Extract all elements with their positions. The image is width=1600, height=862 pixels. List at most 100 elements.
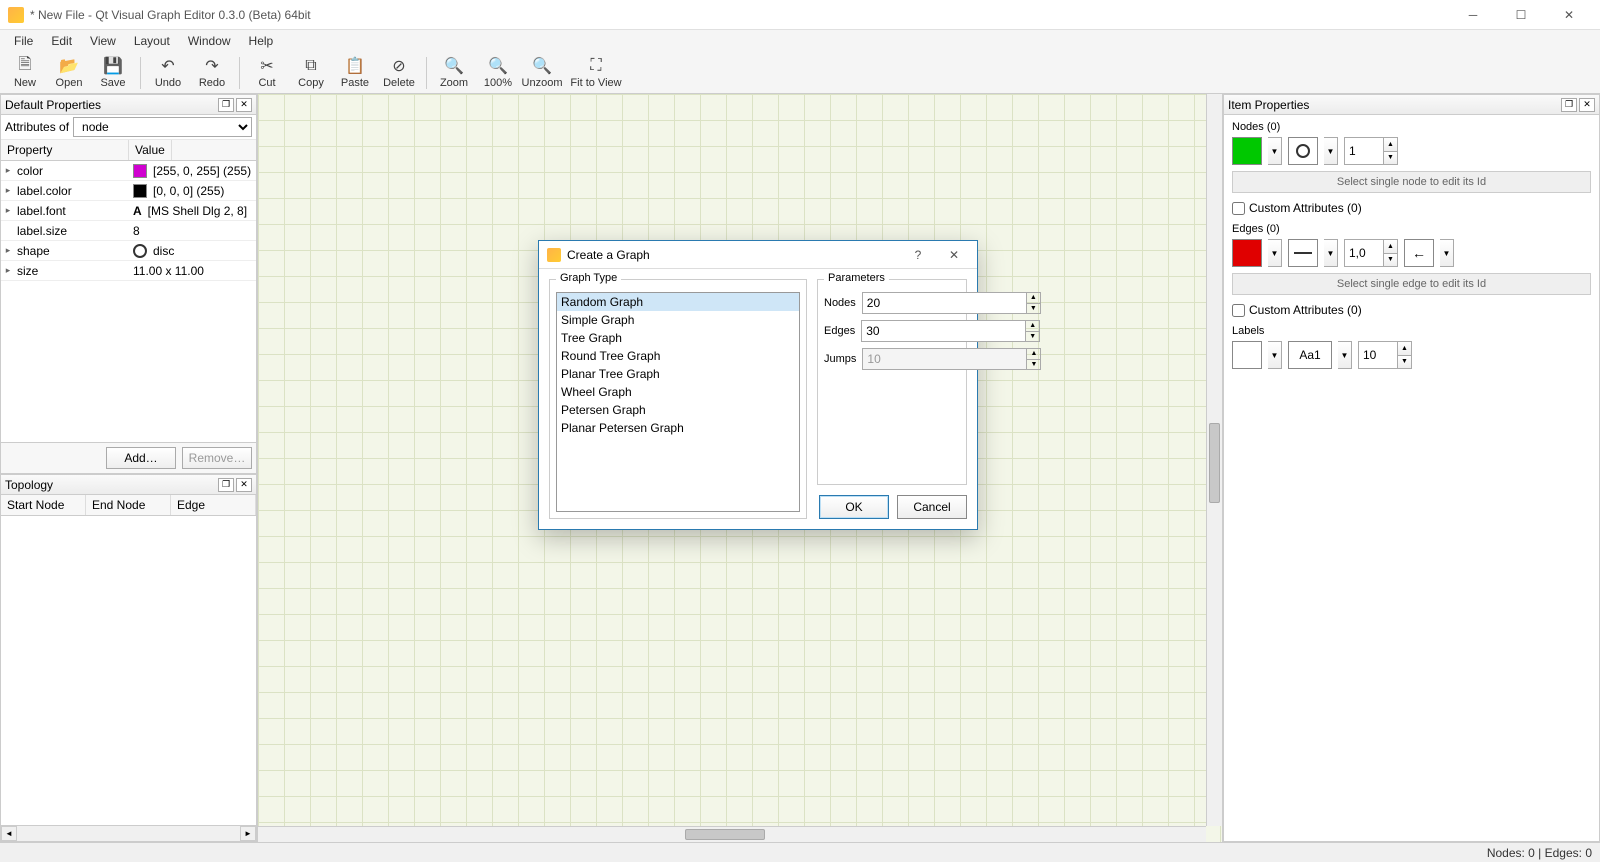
zoom-button[interactable]: 🔍Zoom xyxy=(433,53,475,93)
edge-direction-button[interactable]: ← xyxy=(1404,239,1434,267)
label-size-input[interactable] xyxy=(1359,342,1397,368)
topology-col-end[interactable]: End Node xyxy=(86,495,171,515)
node-color-dropdown[interactable]: ▼ xyxy=(1268,137,1282,165)
unzoom-button[interactable]: 🔍Unzoom xyxy=(521,53,563,93)
menu-view[interactable]: View xyxy=(82,32,124,50)
redo-button[interactable]: ↷Redo xyxy=(191,53,233,93)
node-shape-button[interactable] xyxy=(1288,137,1318,165)
graph-type-item[interactable]: Petersen Graph xyxy=(557,401,799,419)
node-size-input[interactable] xyxy=(1345,138,1383,164)
graph-type-item[interactable]: Round Tree Graph xyxy=(557,347,799,365)
edge-direction-dropdown[interactable]: ▼ xyxy=(1440,239,1454,267)
edge-color-button[interactable] xyxy=(1232,239,1262,267)
open-button[interactable]: 📂Open xyxy=(48,53,90,93)
spin-down-icon[interactable]: ▼ xyxy=(1026,304,1040,314)
spin-up-icon[interactable]: ▲ xyxy=(1383,240,1397,254)
add-property-button[interactable]: Add… xyxy=(106,447,176,469)
attributes-of-select[interactable]: node xyxy=(73,117,252,137)
spin-down-icon[interactable]: ▼ xyxy=(1025,332,1039,342)
expander-icon[interactable]: ▸ xyxy=(1,265,15,276)
spin-up-icon[interactable]: ▲ xyxy=(1397,342,1411,356)
property-row[interactable]: ▸color[255, 0, 255] (255) xyxy=(1,161,256,181)
property-value[interactable]: 8 xyxy=(129,224,256,238)
remove-property-button[interactable]: Remove… xyxy=(182,447,252,469)
property-row[interactable]: ▸shapedisc xyxy=(1,241,256,261)
edge-weight-stepper[interactable]: ▲▼ xyxy=(1344,239,1398,267)
menu-help[interactable]: Help xyxy=(241,32,282,50)
panel-undock-button[interactable]: ❐ xyxy=(218,478,234,492)
property-row[interactable]: label.size8 xyxy=(1,221,256,241)
label-color-dropdown[interactable]: ▼ xyxy=(1268,341,1282,369)
param-nodes-input[interactable] xyxy=(863,293,1026,313)
panel-undock-button[interactable]: ❐ xyxy=(218,98,234,112)
property-value[interactable]: [255, 0, 255] (255) xyxy=(129,164,256,178)
delete-button[interactable]: ⊘Delete xyxy=(378,53,420,93)
label-size-stepper[interactable]: ▲▼ xyxy=(1358,341,1412,369)
undo-button[interactable]: ↶Undo xyxy=(147,53,189,93)
scroll-right-icon[interactable]: ► xyxy=(240,826,256,841)
spin-up-icon[interactable]: ▲ xyxy=(1026,293,1040,304)
property-value[interactable]: disc xyxy=(129,244,256,258)
spin-up-icon[interactable]: ▲ xyxy=(1383,138,1397,152)
dialog-help-button[interactable]: ? xyxy=(903,244,933,266)
spin-down-icon[interactable]: ▼ xyxy=(1383,152,1397,165)
scroll-left-icon[interactable]: ◄ xyxy=(1,826,17,841)
topology-col-start[interactable]: Start Node xyxy=(1,495,86,515)
graph-type-item[interactable]: Random Graph xyxy=(557,293,799,311)
property-header-value[interactable]: Value xyxy=(129,140,172,160)
node-custom-attributes-checkbox[interactable] xyxy=(1232,202,1245,215)
window-maximize-button[interactable]: ☐ xyxy=(1498,1,1544,29)
copy-button[interactable]: ⧉Copy xyxy=(290,53,332,93)
dialog-ok-button[interactable]: OK xyxy=(819,495,889,519)
graph-type-item[interactable]: Wheel Graph xyxy=(557,383,799,401)
property-value[interactable]: [0, 0, 0] (255) xyxy=(129,184,256,198)
property-row[interactable]: ▸label.color[0, 0, 0] (255) xyxy=(1,181,256,201)
panel-close-button[interactable]: ✕ xyxy=(1579,98,1595,112)
topology-hscroll[interactable]: ◄ ► xyxy=(1,825,256,841)
spin-down-icon[interactable]: ▼ xyxy=(1383,254,1397,267)
graph-type-item[interactable]: Tree Graph xyxy=(557,329,799,347)
menu-window[interactable]: Window xyxy=(180,32,239,50)
window-minimize-button[interactable]: ─ xyxy=(1450,1,1496,29)
edge-weight-input[interactable] xyxy=(1345,240,1383,266)
panel-close-button[interactable]: ✕ xyxy=(236,98,252,112)
param-nodes-stepper[interactable]: ▲▼ xyxy=(862,292,1041,314)
label-font-button[interactable]: Aa1 xyxy=(1288,341,1332,369)
label-font-dropdown[interactable]: ▼ xyxy=(1338,341,1352,369)
edge-custom-attributes-checkbox[interactable] xyxy=(1232,304,1245,317)
zoom-100-button[interactable]: 🔍100% xyxy=(477,53,519,93)
window-close-button[interactable]: ✕ xyxy=(1546,1,1592,29)
property-row[interactable]: ▸label.fontA[MS Shell Dlg 2, 8] xyxy=(1,201,256,221)
panel-undock-button[interactable]: ❐ xyxy=(1561,98,1577,112)
menu-edit[interactable]: Edit xyxy=(43,32,80,50)
param-edges-stepper[interactable]: ▲▼ xyxy=(861,320,1040,342)
canvas-vscroll[interactable] xyxy=(1206,94,1222,826)
property-value[interactable]: 11.00 x 11.00 xyxy=(129,264,256,278)
expander-icon[interactable]: ▸ xyxy=(1,205,15,216)
expander-icon[interactable]: ▸ xyxy=(1,185,15,196)
dialog-close-button[interactable]: ✕ xyxy=(939,244,969,266)
label-color-button[interactable] xyxy=(1232,341,1262,369)
node-color-button[interactable] xyxy=(1232,137,1262,165)
edge-color-dropdown[interactable]: ▼ xyxy=(1268,239,1282,267)
scroll-thumb[interactable] xyxy=(685,829,765,840)
node-size-stepper[interactable]: ▲▼ xyxy=(1344,137,1398,165)
dialog-cancel-button[interactable]: Cancel xyxy=(897,495,967,519)
graph-type-item[interactable]: Planar Tree Graph xyxy=(557,365,799,383)
save-button[interactable]: 💾Save xyxy=(92,53,134,93)
scroll-thumb[interactable] xyxy=(1209,423,1220,503)
spin-up-icon[interactable]: ▲ xyxy=(1025,321,1039,332)
graph-type-item[interactable]: Planar Petersen Graph xyxy=(557,419,799,437)
edge-style-dropdown[interactable]: ▼ xyxy=(1324,239,1338,267)
cut-button[interactable]: ✂Cut xyxy=(246,53,288,93)
expander-icon[interactable]: ▸ xyxy=(1,245,15,256)
property-header-key[interactable]: Property xyxy=(1,140,129,160)
topology-col-edge[interactable]: Edge xyxy=(171,495,256,515)
fit-to-view-button[interactable]: ⛶Fit to View xyxy=(565,53,627,93)
node-shape-dropdown[interactable]: ▼ xyxy=(1324,137,1338,165)
spin-down-icon[interactable]: ▼ xyxy=(1397,356,1411,369)
property-value[interactable]: A[MS Shell Dlg 2, 8] xyxy=(129,204,256,218)
property-row[interactable]: ▸size11.00 x 11.00 xyxy=(1,261,256,281)
expander-icon[interactable]: ▸ xyxy=(1,165,15,176)
menu-file[interactable]: File xyxy=(6,32,41,50)
